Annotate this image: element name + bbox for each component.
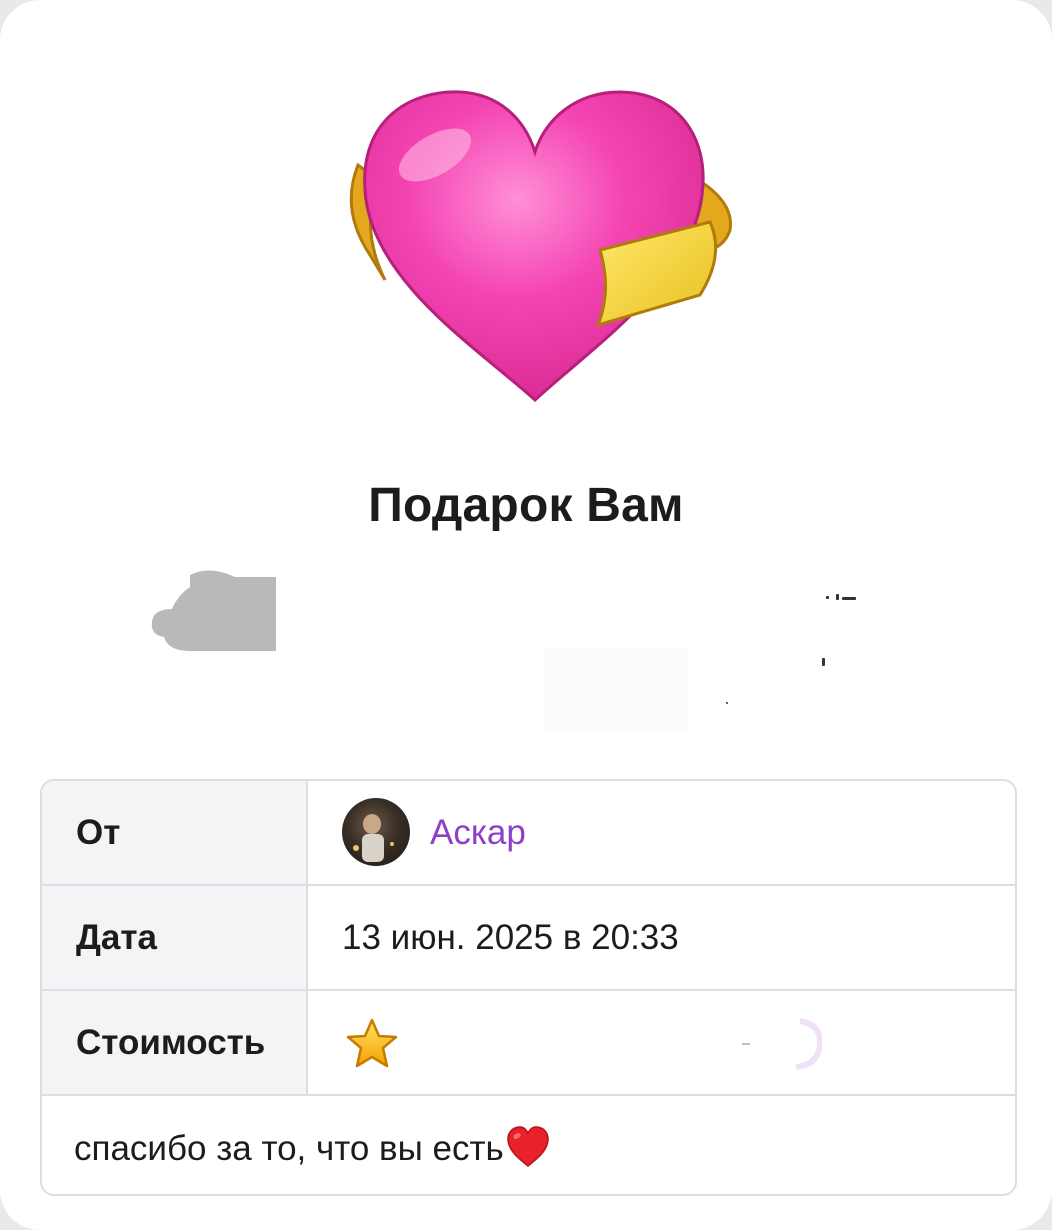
label-cell: Стоимость [42,991,308,1094]
gift-title: Подарок Вам [368,479,684,532]
label-cell: От [42,781,308,884]
redacted-area [545,648,687,730]
comment-text: спасибо за то, что вы есть [74,1129,504,1168]
sender-avatar[interactable] [342,798,410,866]
redacted-area [151,570,276,651]
redacted-speck [836,594,839,600]
gift-card: Подарок Вам От Аскар Дата 13 июн. 2025 в… [0,0,1052,1230]
cost-label: Стоимость [76,1022,266,1062]
label-cell: Дата [42,886,308,989]
redacted-speck [842,597,856,600]
gift-comment: спасибо за то, что вы есть [74,1126,550,1169]
value-cell [308,991,1015,1094]
row-from: От Аскар [42,781,1015,886]
star-icon [346,1018,398,1068]
redacted-speck [822,658,825,666]
row-date: Дата 13 июн. 2025 в 20:33 [42,886,1015,991]
heart-with-ribbon-icon [349,90,732,403]
date-value: 13 июн. 2025 в 20:33 [342,917,679,957]
redacted-area [742,1018,822,1070]
redacted-speck [826,596,829,599]
sender-name-link[interactable]: Аскар [430,813,526,853]
date-label: Дата [76,917,158,957]
avatar-image [353,814,394,862]
red-heart-icon [507,1126,549,1167]
value-cell: Аскар [308,781,1015,884]
row-cost: Стоимость [42,991,1015,1096]
from-label: От [76,812,121,852]
value-cell: 13 июн. 2025 в 20:33 [308,886,1015,989]
redacted-speck [726,702,728,704]
